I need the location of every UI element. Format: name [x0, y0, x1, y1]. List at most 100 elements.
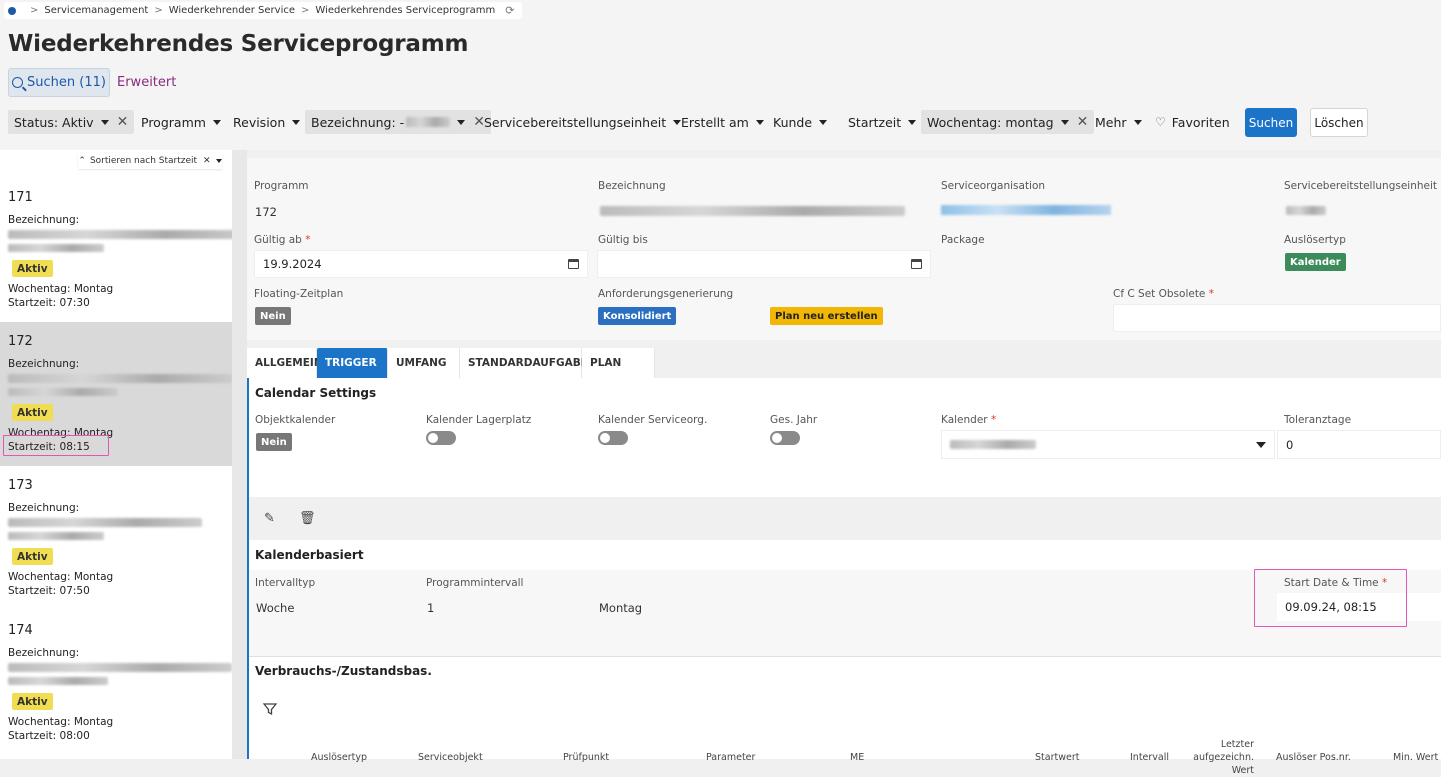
- search-tab[interactable]: Suchen (11): [8, 68, 110, 97]
- filter-sbe-label: Servicebereitstellungseinheit: [484, 114, 667, 130]
- breadcrumb-current: Wiederkehrendes Serviceprogramm: [315, 5, 496, 16]
- toleranztage-value: 0: [1286, 437, 1294, 452]
- column-header[interactable]: Prüfpunkt: [563, 752, 609, 763]
- close-icon[interactable]: ✕: [203, 156, 211, 166]
- filter-mehr-label: Mehr: [1095, 114, 1127, 130]
- column-header[interactable]: Parameter: [706, 752, 755, 763]
- extended-search-link[interactable]: Erweitert: [117, 75, 176, 90]
- loeschen-button[interactable]: Löschen: [1310, 108, 1368, 137]
- gueltig-ab-label: Gültig ab *: [254, 234, 310, 246]
- objektkalender-badge: Nein: [256, 433, 292, 451]
- chevron-down-icon: [1256, 442, 1266, 448]
- floating-label: Floating-Zeitplan: [254, 288, 344, 300]
- tab-standardaufgaben[interactable]: STANDARDAUFGABEN: [460, 348, 597, 378]
- filter-bezeichnung-label: Bezeichnung: -: [311, 114, 405, 130]
- list-item[interactable]: 174 Bezeichnung: Aktiv Wochentag: Montag…: [0, 611, 232, 755]
- column-header[interactable]: Auslöser Pos.nr.: [1276, 752, 1351, 763]
- anforderung-badge: Konsolidiert: [598, 307, 677, 325]
- breadcrumb-wiederkehrender-service[interactable]: Wiederkehrender Service: [169, 5, 295, 16]
- plan-neu-erstellen-badge: Plan neu erstellen: [770, 307, 883, 325]
- breadcrumb-servicemanagement[interactable]: Servicemanagement: [44, 5, 148, 16]
- kalender-text: Kalender: [941, 414, 988, 426]
- calendar-icon[interactable]: [568, 259, 579, 269]
- chevron-down-icon: [819, 119, 828, 125]
- filter-erstellt-am[interactable]: Erstellt am: [675, 110, 770, 134]
- redacted-value: [1286, 206, 1326, 215]
- redacted-value: [950, 440, 1036, 449]
- chevron-down-icon: [755, 119, 764, 125]
- kalender-serviceorg-toggle[interactable]: [598, 431, 628, 445]
- list-scrollbar[interactable]: [232, 150, 247, 759]
- filter-programm[interactable]: Programm: [135, 110, 227, 134]
- column-header[interactable]: Startwert: [1035, 752, 1079, 763]
- gueltig-ab-value: 19.9.2024: [263, 257, 322, 271]
- filter-servicebereitstellungseinheit[interactable]: Servicebereitstellungseinheit: [478, 110, 687, 134]
- list-item[interactable]: 171 Bezeichnung: Aktiv Wochentag: Montag…: [0, 178, 244, 322]
- anforderung-label: Anforderungsgenerierung: [598, 288, 734, 300]
- column-header[interactable]: Min. Wert: [1393, 752, 1438, 763]
- tab-trigger[interactable]: TRIGGER: [317, 348, 388, 378]
- chevron-right-icon: >: [301, 5, 310, 16]
- ges-jahr-toggle[interactable]: [770, 431, 800, 445]
- filter-status-label: Status: Aktiv: [14, 114, 94, 130]
- breadcrumb: > Servicemanagement > Wiederkehrender Se…: [4, 2, 523, 19]
- column-header[interactable]: ME: [850, 752, 864, 763]
- chevron-down-icon[interactable]: [215, 159, 222, 163]
- status-badge: Aktiv: [12, 548, 53, 565]
- required-mark: *: [305, 234, 311, 246]
- filter-revision[interactable]: Revision: [227, 110, 306, 134]
- section-divider: [249, 656, 1441, 657]
- column-header[interactable]: Serviceobjekt: [418, 752, 483, 763]
- cfc-text: Cf C Set Obsolete: [1113, 288, 1206, 300]
- close-icon[interactable]: ✕: [117, 114, 129, 130]
- column-header[interactable]: Intervall: [1130, 752, 1169, 763]
- column-header[interactable]: Letzter aufgezeichn. Wert: [1180, 738, 1254, 777]
- suchen-button[interactable]: Suchen: [1245, 108, 1297, 137]
- cfc-set-obsolete-input[interactable]: [1113, 304, 1441, 332]
- delete-icon[interactable]: 🗑: [299, 511, 316, 526]
- programmintervall-label: Programmintervall: [426, 577, 524, 589]
- close-icon[interactable]: ✕: [1077, 114, 1089, 130]
- bezeichnung-label: Bezeichnung: [598, 180, 666, 192]
- wochentag-value: Montag: [599, 601, 643, 615]
- intervalltyp-label: Intervalltyp: [255, 577, 316, 589]
- objektkalender-label: Objektkalender: [255, 414, 336, 426]
- detail-tabs: ALLGEMEIN TRIGGER UMFANG STANDARDAUFGABE…: [247, 348, 655, 378]
- filter-status[interactable]: Status: Aktiv ✕: [8, 110, 135, 134]
- filter-bezeichnung[interactable]: Bezeichnung: - ✕: [305, 110, 491, 134]
- redacted-value: [8, 230, 244, 239]
- refresh-icon[interactable]: ⟳: [505, 4, 514, 17]
- kalender-select[interactable]: [941, 430, 1275, 459]
- column-header[interactable]: Auslösertyp: [311, 752, 367, 763]
- edit-icon[interactable]: ✎: [264, 511, 275, 526]
- list-item-number: 173: [8, 478, 33, 493]
- filter-startzeit[interactable]: Startzeit: [842, 110, 922, 134]
- programm-label: Programm: [254, 180, 309, 192]
- kalender-label: Kalender *: [941, 414, 996, 426]
- tab-plan[interactable]: PLAN: [582, 348, 655, 378]
- gueltig-bis-input[interactable]: [597, 250, 931, 278]
- favoriten-button[interactable]: ♡ Favoriten: [1149, 110, 1236, 134]
- serviceorganisation-link[interactable]: [941, 205, 1111, 215]
- sort-control[interactable]: ⌃ Sortieren nach Startzeit ✕: [78, 153, 222, 169]
- home-icon[interactable]: [8, 6, 16, 15]
- favoriten-label: Favoriten: [1171, 114, 1230, 130]
- list-item[interactable]: 173 Bezeichnung: Aktiv Wochentag: Montag…: [0, 466, 232, 610]
- tab-allgemein[interactable]: ALLGEMEIN: [247, 348, 323, 378]
- chevron-down-icon: [1133, 119, 1142, 125]
- toleranztage-input[interactable]: 0: [1277, 430, 1441, 459]
- list-item-startzeit: Startzeit: 07:50: [8, 585, 90, 597]
- calendar-icon[interactable]: [911, 259, 922, 269]
- gueltig-ab-input[interactable]: 19.9.2024: [254, 250, 588, 278]
- tab-umfang[interactable]: UMFANG: [388, 348, 460, 378]
- filter-mehr[interactable]: Mehr: [1089, 110, 1148, 134]
- status-badge: Aktiv: [12, 404, 53, 421]
- package-label: Package: [941, 234, 985, 246]
- kalender-lagerplatz-toggle[interactable]: [426, 431, 456, 445]
- filter-wochentag[interactable]: Wochentag: montag ✕: [921, 110, 1095, 134]
- search-icon: [12, 77, 24, 88]
- filter-kunde[interactable]: Kunde: [767, 110, 833, 134]
- kalenderbasiert-title: Kalenderbasiert: [255, 548, 364, 562]
- filter-revision-label: Revision: [233, 114, 286, 130]
- filter-icon[interactable]: [262, 702, 278, 720]
